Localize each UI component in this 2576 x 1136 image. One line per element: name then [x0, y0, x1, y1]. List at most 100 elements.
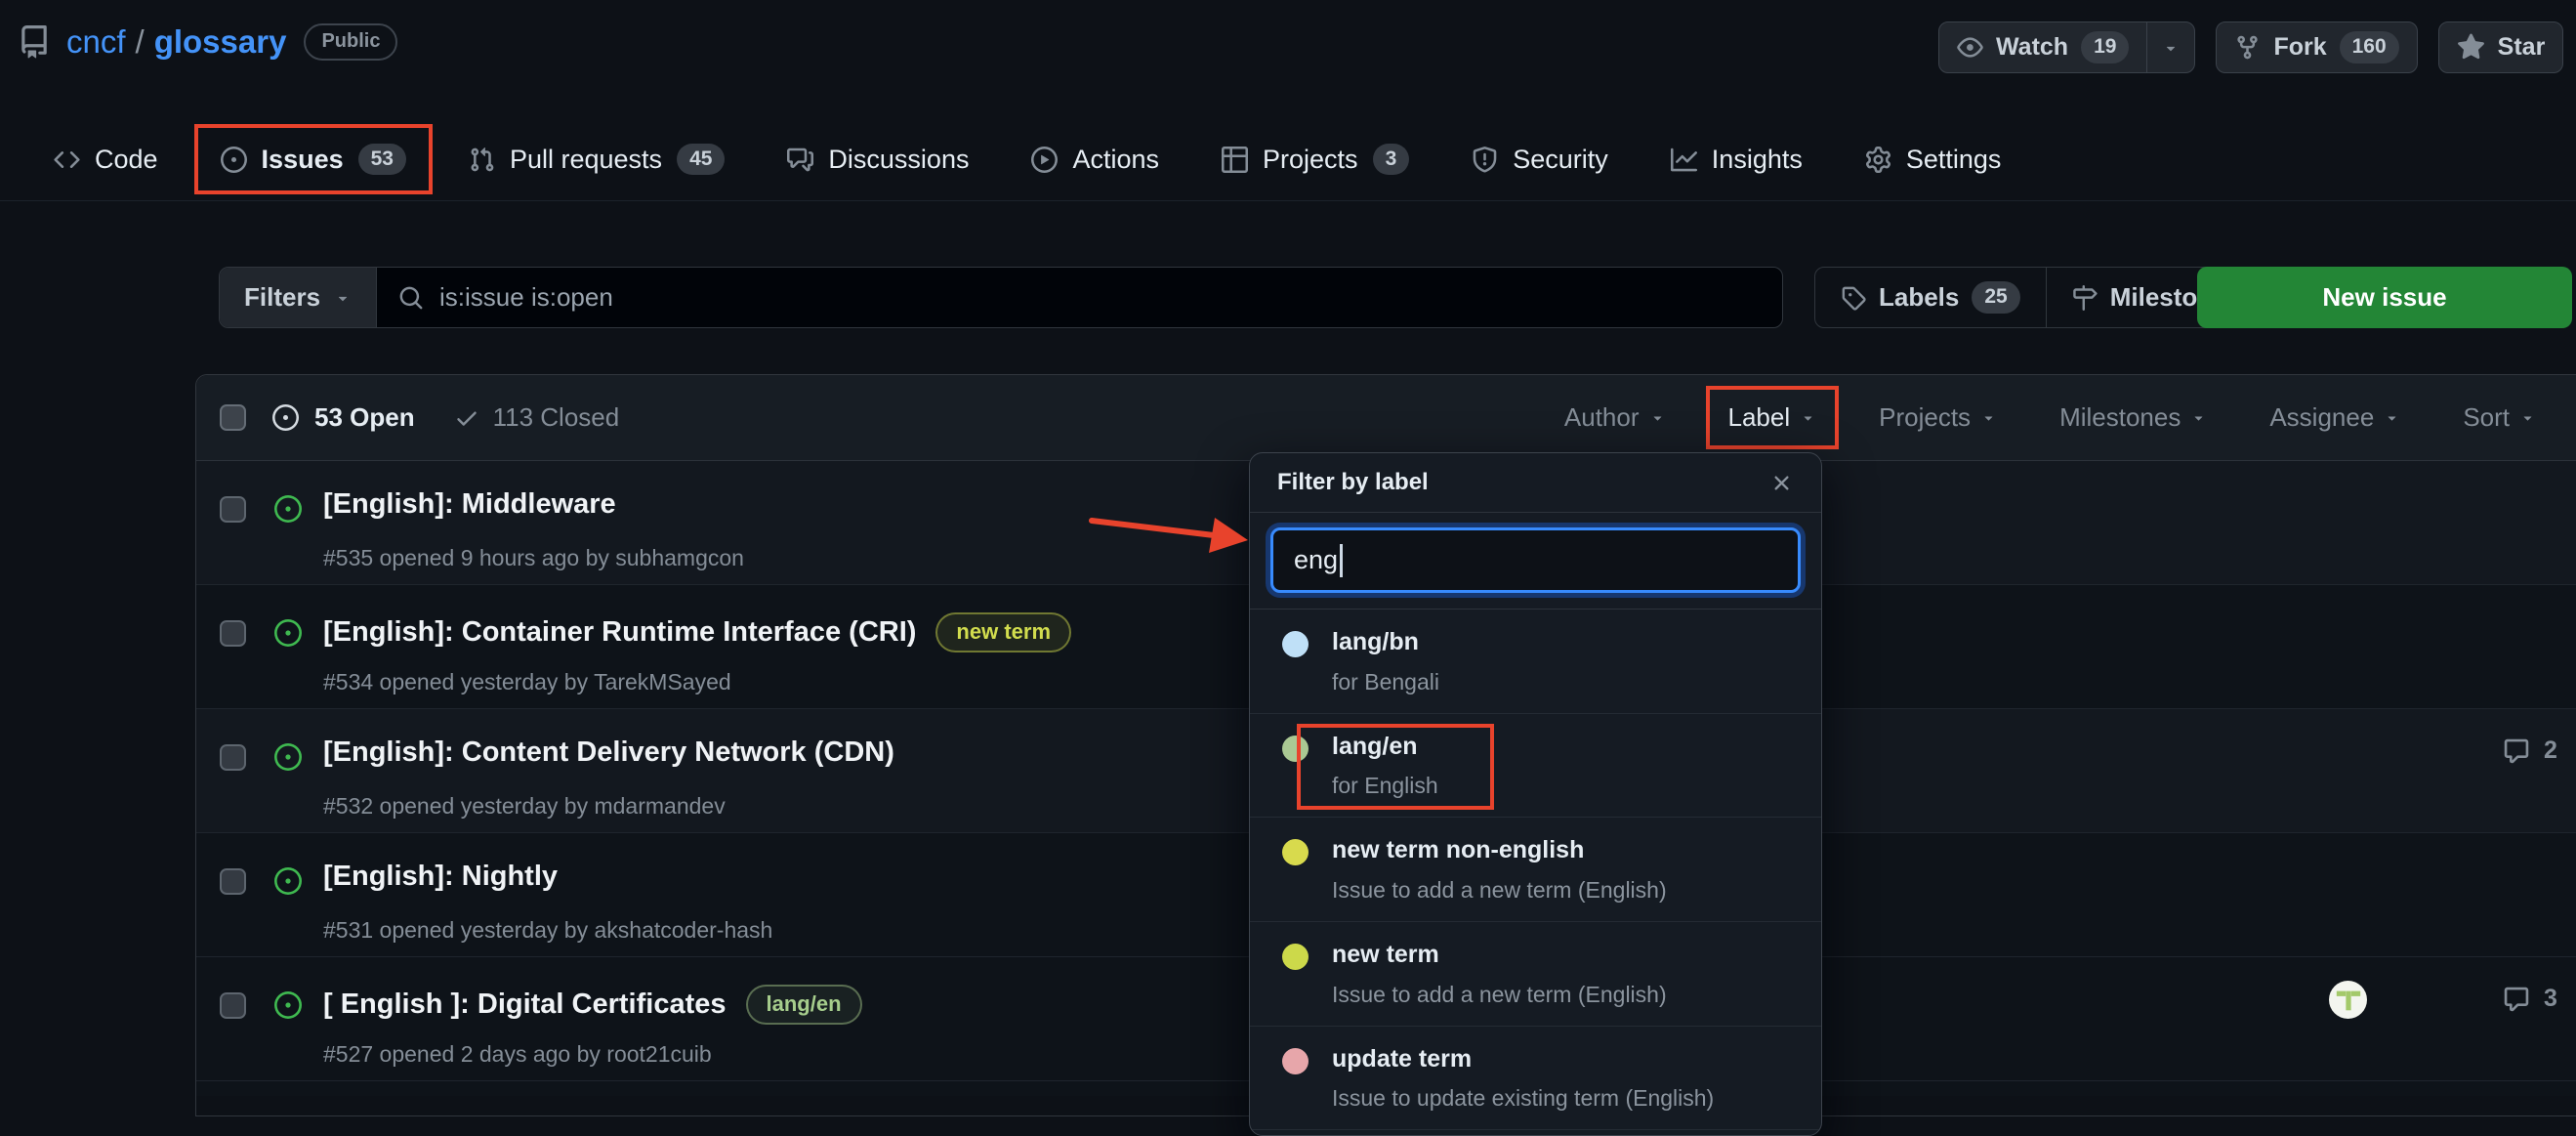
issue-title-link[interactable]: [English]: Middleware: [323, 488, 616, 521]
watch-count: 19: [2081, 31, 2130, 63]
tab-label: Code: [95, 144, 158, 174]
tab-label: Insights: [1711, 144, 1803, 174]
new-issue-button[interactable]: New issue: [2197, 267, 2572, 328]
repo-name-link[interactable]: glossary: [154, 23, 287, 61]
issues-search-input[interactable]: is:issue is:open: [377, 268, 1782, 327]
star-icon: [2457, 33, 2485, 62]
label-description: Issue to add a new term (English): [1332, 981, 1667, 1007]
tab-actions[interactable]: Actions: [1031, 145, 1159, 175]
label-color-dot: [1282, 943, 1309, 970]
label-color-dot: [1282, 631, 1309, 657]
issue-checkbox[interactable]: [220, 496, 246, 523]
issue-title-link[interactable]: [English]: Content Delivery Network (CDN…: [323, 736, 894, 769]
label-option-update-term[interactable]: update term Issue to update existing ter…: [1250, 1027, 1821, 1131]
issue-checkbox[interactable]: [220, 744, 246, 771]
tab-settings[interactable]: Settings: [1865, 144, 2002, 175]
watch-button[interactable]: Watch 19: [1938, 21, 2196, 73]
label-color-dot: [1282, 735, 1309, 762]
label-option-new-term[interactable]: new term Issue to add a new term (Englis…: [1250, 922, 1821, 1027]
issue-checkbox[interactable]: [220, 992, 246, 1019]
chevron-down-icon: [2194, 416, 2203, 421]
label-filter-input[interactable]: eng: [1270, 527, 1801, 593]
label-option-new-term-non-english[interactable]: new term non-english Issue to add a new …: [1250, 818, 1821, 922]
closed-issues-tab[interactable]: 113 Closed: [454, 402, 620, 433]
open-issues-tab[interactable]: 53 Open: [272, 402, 415, 433]
issue-comments[interactable]: 2: [2503, 736, 2557, 765]
issue-meta: #531 opened yesterday by akshatcoder-has…: [323, 917, 773, 943]
dropdown-title: Filter by label: [1277, 469, 1429, 495]
chevron-down-icon: [338, 296, 348, 301]
tab-label: Settings: [1905, 144, 2002, 174]
chevron-down-icon: [1653, 416, 1661, 421]
tab-discussions[interactable]: Discussions: [787, 145, 969, 175]
visibility-badge: Public: [304, 23, 398, 61]
check-icon: [454, 405, 479, 431]
label-name: new term non-english: [1332, 836, 1585, 864]
search-query: is:issue is:open: [439, 282, 613, 312]
star-label: Star: [2497, 33, 2546, 61]
tab-issues[interactable]: Issues 53: [193, 123, 434, 195]
projects-filter[interactable]: Projects: [1879, 402, 1997, 433]
issue-opened-icon: [274, 867, 302, 895]
issue-title-link[interactable]: [ English ]: Digital Certificates: [323, 989, 727, 1021]
repo-title: cncf / glossary Public: [18, 23, 398, 61]
open-closed-tabs: 53 Open 113 Closed: [272, 375, 619, 460]
tab-label: Issues: [261, 144, 344, 174]
tab-insights[interactable]: Insights: [1670, 144, 1803, 175]
repo-separator: /: [135, 23, 145, 60]
issue-opened-icon: [220, 146, 247, 173]
comment-icon: [2503, 986, 2530, 1013]
label-color-dot: [1282, 1047, 1309, 1074]
tag-icon: [1841, 285, 1866, 311]
repo-nav: Code Issues 53 Pull requests 45 Discussi…: [0, 118, 2576, 201]
issue-meta: #527 opened 2 days ago by root21cuib: [323, 1041, 712, 1067]
comment-count: 2: [2544, 736, 2557, 764]
labels-button[interactable]: Labels 25: [1815, 268, 2046, 327]
assignee-avatar[interactable]: [2329, 981, 2367, 1019]
label-option-lang-bn[interactable]: lang/bn for Bengali: [1250, 610, 1821, 714]
issue-opened-icon: [274, 495, 302, 523]
close-icon[interactable]: [1769, 471, 1794, 495]
filters-label: Filters: [244, 282, 321, 312]
sort-filter[interactable]: Sort: [2463, 402, 2536, 433]
author-filter[interactable]: Author: [1564, 402, 1666, 433]
issue-checkbox[interactable]: [220, 620, 246, 647]
issue-opened-icon: [274, 743, 302, 771]
fork-button[interactable]: Fork 160: [2216, 21, 2418, 73]
closed-count-label: 113 Closed: [492, 402, 620, 432]
select-all-checkbox[interactable]: [220, 404, 246, 431]
chevron-down-icon: [2523, 416, 2532, 421]
filters-button[interactable]: Filters: [220, 268, 378, 327]
issue-meta: #534 opened yesterday by TarekMSayed: [323, 669, 731, 694]
projects-icon: [1222, 146, 1249, 173]
tab-security[interactable]: Security: [1472, 145, 1608, 175]
repo-icon: [18, 25, 51, 59]
issue-comments[interactable]: 3: [2503, 985, 2557, 1013]
filter-label: Milestones: [2059, 402, 2181, 432]
tab-projects[interactable]: Projects 3: [1222, 143, 1410, 176]
comment-count: 3: [2544, 985, 2557, 1012]
issue-label-pill[interactable]: new term: [935, 612, 1072, 653]
tab-pull-requests[interactable]: Pull requests 45: [469, 143, 726, 176]
label-filter[interactable]: Label: [1705, 386, 1839, 449]
issues-toolbar: Filters is:issue is:open Labels 25 Miles…: [219, 267, 2576, 328]
open-count-label: 53 Open: [314, 402, 415, 432]
tab-code[interactable]: Code: [54, 145, 158, 175]
filter-by-label-dropdown: Filter by label eng lang/bn for Bengali …: [1249, 452, 1822, 1136]
shield-icon: [1472, 146, 1498, 173]
list-filter-menus: Author Label Projects Milestones Assigne…: [1564, 375, 2536, 460]
actions-icon: [1031, 146, 1059, 173]
issue-title-link[interactable]: [English]: Container Runtime Interface (…: [323, 616, 916, 649]
milestones-filter[interactable]: Milestones: [2059, 402, 2207, 433]
issues-list-header: 53 Open 113 Closed Author Label Projects: [196, 375, 2576, 461]
issue-title-link[interactable]: [English]: Nightly: [323, 861, 558, 893]
assignee-filter[interactable]: Assignee: [2269, 402, 2400, 433]
repo-owner-link[interactable]: cncf: [66, 23, 126, 61]
label-option-lang-en[interactable]: lang/en for English: [1250, 714, 1821, 819]
chevron-down-icon: [2388, 416, 2396, 421]
watch-caret-button[interactable]: [2146, 22, 2194, 72]
filter-label: Label: [1727, 402, 1791, 432]
issue-label-pill[interactable]: lang/en: [745, 985, 862, 1026]
star-button[interactable]: Star: [2437, 21, 2564, 73]
issue-checkbox[interactable]: [220, 868, 246, 895]
